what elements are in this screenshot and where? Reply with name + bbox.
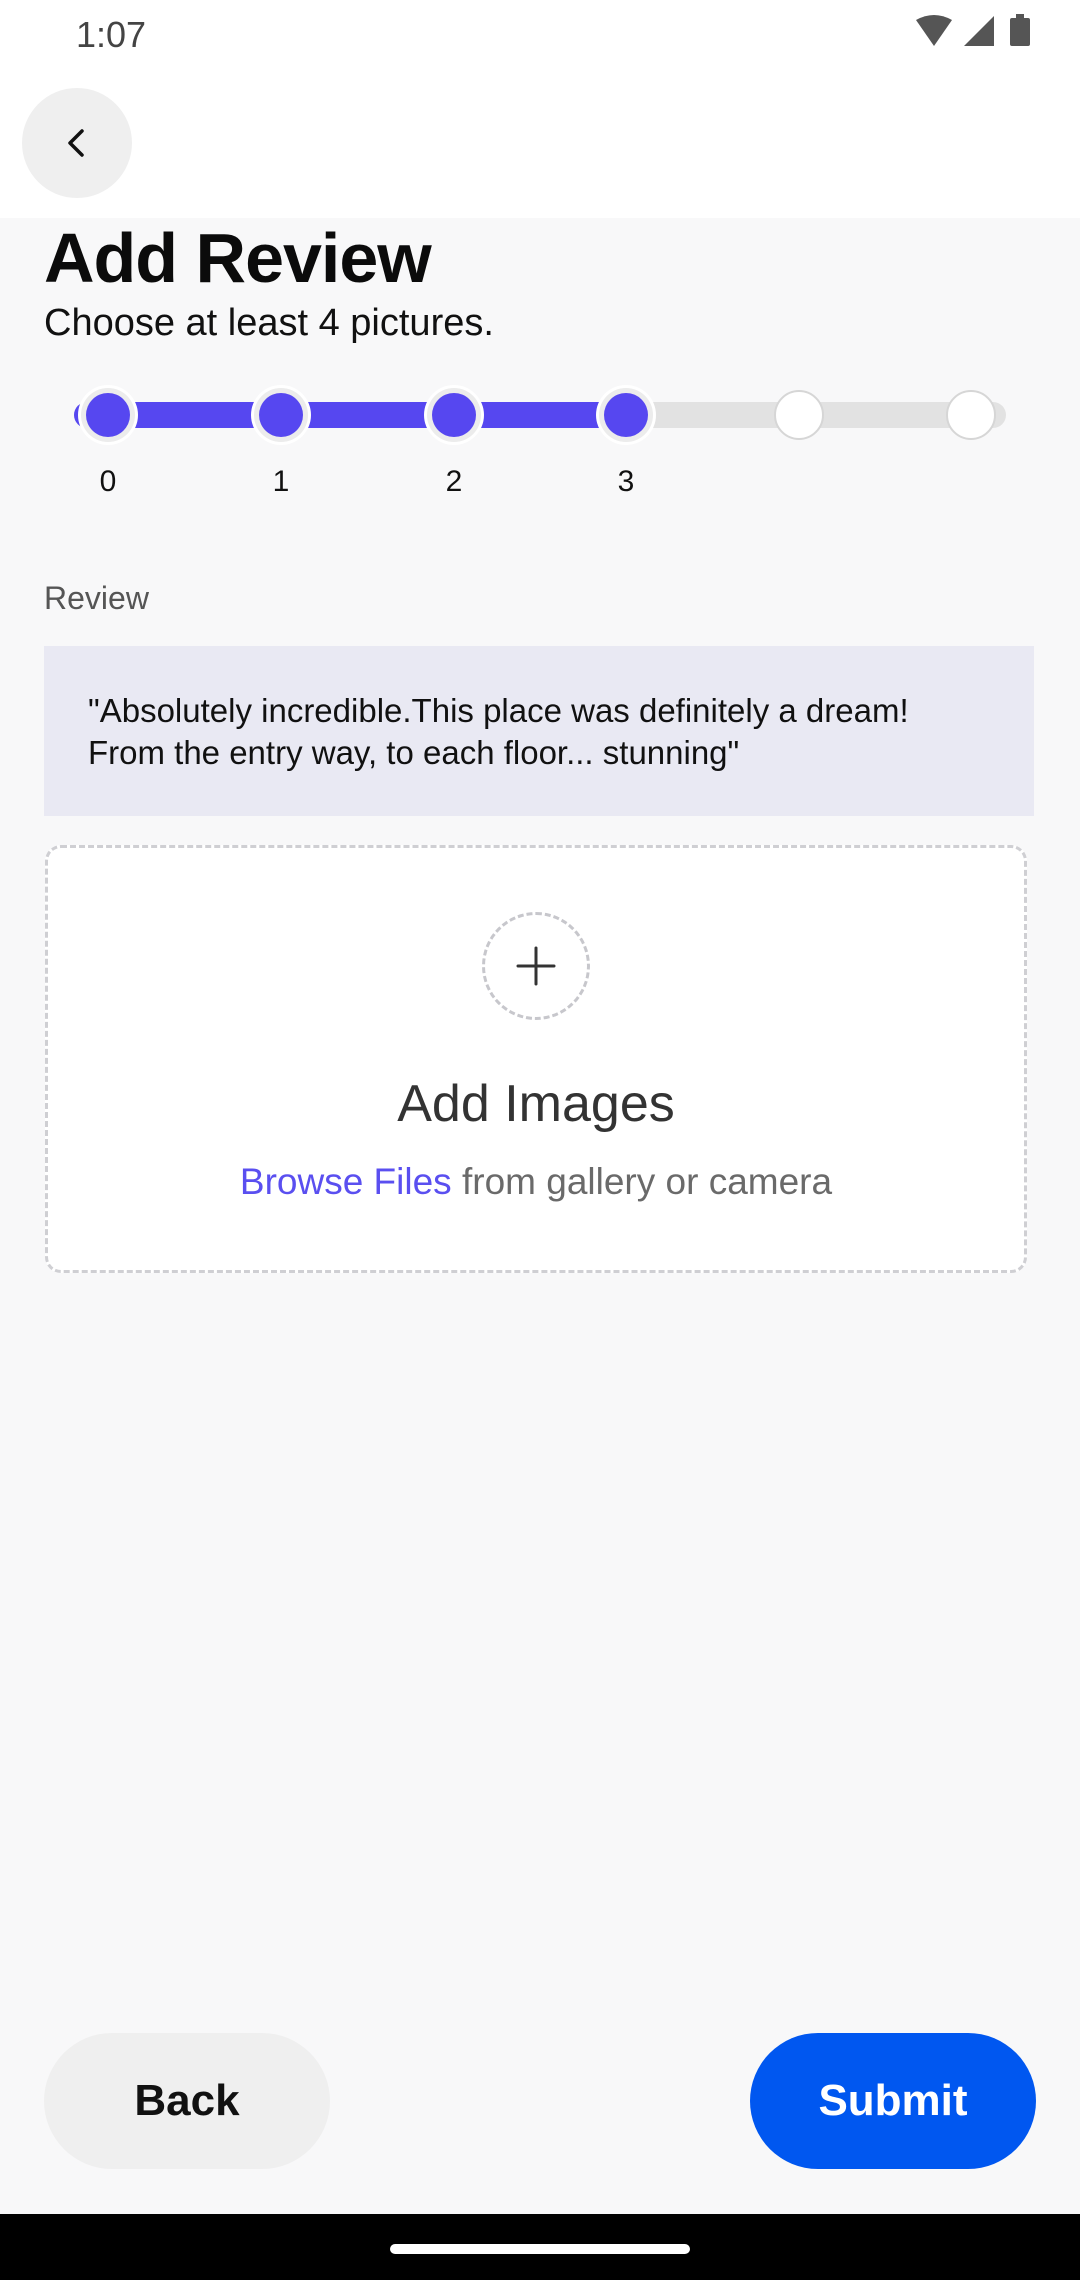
review-text-box[interactable]: "Absolutely incredible.This place was de… — [44, 646, 1034, 816]
browse-files-link[interactable]: Browse Files — [240, 1161, 452, 1202]
back-button[interactable]: Back — [44, 2033, 330, 2169]
system-nav-bar — [0, 2214, 1080, 2280]
chevron-left-icon — [68, 129, 84, 157]
top-bar — [0, 70, 1080, 218]
plus-icon — [516, 946, 556, 986]
progress-stepper[interactable]: 0 1 2 3 — [0, 375, 1080, 505]
home-gesture-handle[interactable] — [390, 2244, 690, 2254]
step-dot-4[interactable] — [774, 390, 824, 440]
step-label-2: 2 — [445, 465, 463, 498]
add-images-dropzone[interactable]: Add Images Browse Files from gallery or … — [45, 845, 1027, 1273]
step-dot-2[interactable] — [424, 385, 484, 445]
header-back-button[interactable] — [22, 88, 132, 198]
add-images-title: Add Images — [397, 1075, 675, 1133]
wifi-icon — [916, 15, 952, 46]
battery-icon — [1010, 14, 1030, 46]
signal-icon — [964, 16, 994, 46]
page-title: Add Review — [44, 219, 432, 297]
step-dot-3[interactable] — [596, 385, 656, 445]
review-text-line-1: "Absolutely incredible.This place was de… — [88, 692, 909, 729]
review-label: Review — [44, 580, 149, 616]
step-label-0: 0 — [99, 465, 117, 498]
step-label-1: 1 — [272, 465, 290, 498]
step-dot-5[interactable] — [946, 390, 996, 440]
status-bar: 1:07 — [0, 0, 1080, 70]
status-icons — [912, 14, 1042, 54]
review-text-line-2: From the entry way, to each floor... stu… — [88, 734, 740, 771]
step-dot-0[interactable] — [78, 385, 138, 445]
step-dot-1[interactable] — [251, 385, 311, 445]
submit-button[interactable]: Submit — [750, 2033, 1036, 2169]
status-time: 1:07 — [76, 14, 147, 55]
browse-files-hint: from gallery or camera — [451, 1161, 833, 1202]
step-label-3: 3 — [617, 465, 635, 498]
stepper-fill — [74, 402, 626, 428]
add-images-subtitle: Browse Files from gallery or camera — [48, 1161, 1024, 1203]
add-image-button[interactable] — [482, 912, 590, 1020]
page-subtitle: Choose at least 4 pictures. — [44, 302, 494, 344]
